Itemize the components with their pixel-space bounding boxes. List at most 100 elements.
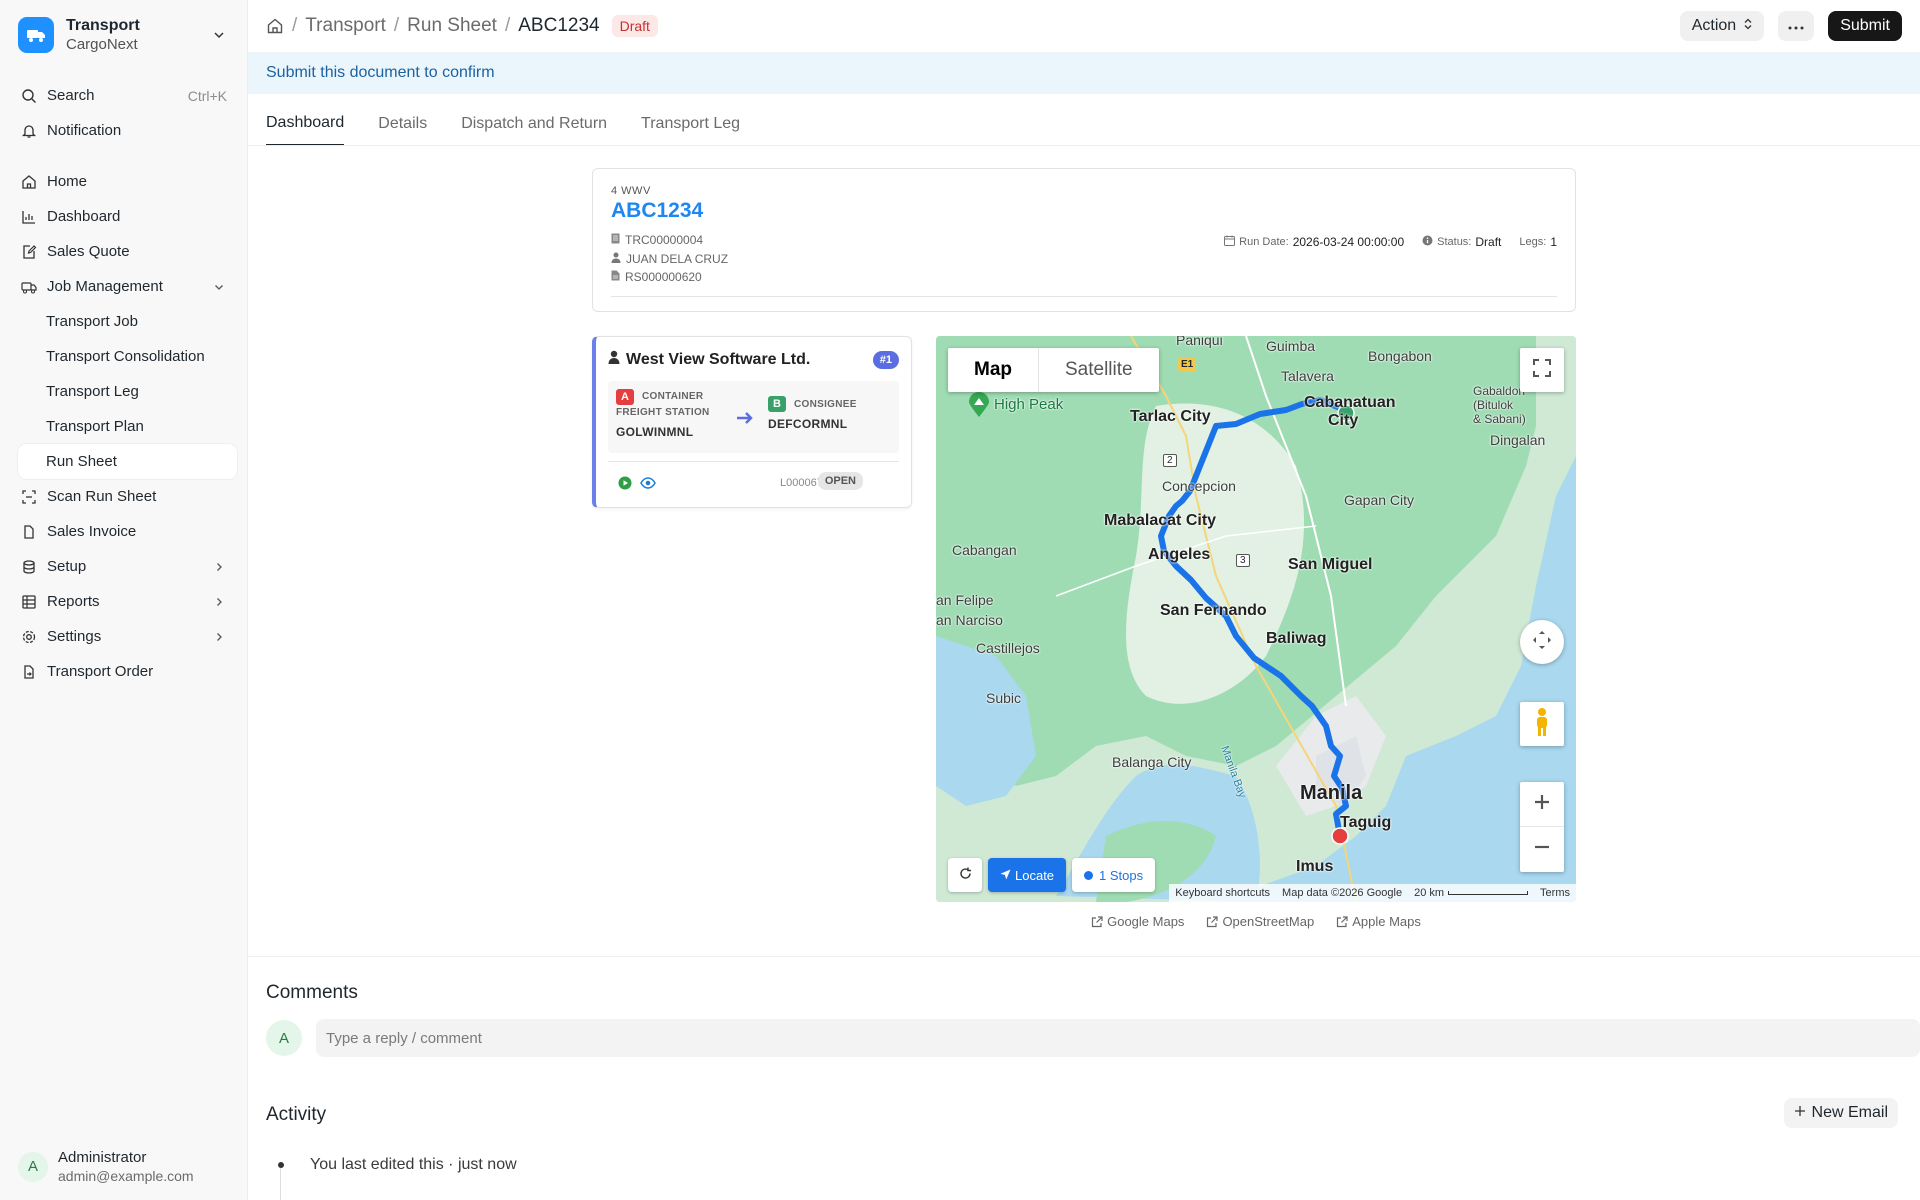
sidebar-item-scan-run-sheet[interactable]: Scan Run Sheet [10, 479, 237, 514]
search-button[interactable]: Search Ctrl+K [10, 78, 237, 113]
sidebar-item-transport-consolidation[interactable]: Transport Consolidation [10, 339, 237, 374]
eye-icon[interactable] [640, 476, 656, 495]
user-email: admin@example.com [58, 1168, 194, 1184]
status-value: Draft [1475, 235, 1502, 249]
sidebar-item-transport-order[interactable]: Transport Order [10, 654, 237, 689]
sidebar-item-label: Scan Run Sheet [47, 488, 157, 505]
divider [611, 296, 1557, 297]
breadcrumb-run-sheet[interactable]: Run Sheet [407, 15, 497, 37]
street-view-button[interactable] [1520, 702, 1564, 746]
mountain-icon [968, 392, 990, 423]
tab-dashboard[interactable]: Dashboard [266, 114, 345, 145]
locate-button[interactable]: Locate [988, 858, 1067, 892]
dot-icon [1084, 870, 1094, 880]
zoom-control [1520, 782, 1564, 872]
map-label: Tarlac City [1130, 408, 1211, 425]
refresh-icon [959, 867, 972, 883]
plus-icon [1533, 793, 1551, 816]
chevron-right-icon[interactable] [211, 629, 227, 645]
calendar-icon [1224, 235, 1236, 249]
pegman-icon [1533, 707, 1551, 742]
road-shield: 2 [1163, 454, 1177, 467]
more-button[interactable] [1778, 11, 1815, 41]
chevron-right-icon[interactable] [211, 559, 227, 575]
camera-control-button[interactable] [1520, 620, 1564, 664]
sidebar-item-sales-invoice[interactable]: Sales Invoice [10, 514, 237, 549]
doc-value: RS000000620 [625, 270, 702, 284]
tab-dispatch-and-return[interactable]: Dispatch and Return [461, 115, 607, 145]
user-menu[interactable]: A Administrator admin@example.com [18, 1149, 194, 1184]
sidebar-item-transport-job[interactable]: Transport Job [10, 304, 237, 339]
sidebar-item-transport-leg[interactable]: Transport Leg [10, 374, 237, 409]
chevron-down-icon[interactable] [209, 25, 229, 45]
ref-row: TRC00000004 [611, 233, 703, 247]
sidebar-item-home[interactable]: Home [10, 164, 237, 199]
sidebar-item-setup[interactable]: Setup [10, 549, 237, 584]
tab-transport-leg[interactable]: Transport Leg [641, 115, 740, 145]
sidebar-item-label: Job Management [47, 278, 163, 295]
play-icon[interactable] [618, 476, 632, 495]
sidebar-item-label: Home [47, 173, 88, 190]
ellipsis-icon [1788, 17, 1804, 35]
drop-point: B CONSIGNEE DEFCORMNL [768, 396, 857, 431]
terms-link[interactable]: Terms [1540, 887, 1570, 899]
map-type-map[interactable]: Map [948, 348, 1039, 392]
road-shield: 3 [1236, 554, 1250, 567]
submit-button[interactable]: Submit [1828, 11, 1902, 41]
map-label: Concepcion [1162, 478, 1236, 494]
sidebar-item-job-management[interactable]: Job Management [10, 269, 237, 304]
document-icon [611, 233, 620, 247]
map-type-satellite[interactable]: Satellite [1039, 348, 1159, 392]
chevron-right-icon[interactable] [211, 594, 227, 610]
leg-number-badge: #1 [872, 351, 899, 369]
search-shortcut: Ctrl+K [187, 87, 227, 104]
company-name: CargoNext [66, 36, 138, 53]
action-label: Action [1691, 17, 1737, 34]
user-icon [611, 252, 621, 266]
map-label: Mabalacat City [1104, 512, 1217, 529]
map-label: High Peak [994, 396, 1064, 413]
apple-maps-link[interactable]: Apple Maps [1336, 914, 1421, 929]
zoom-out-button[interactable] [1520, 827, 1564, 872]
stops-button[interactable]: 1 Stops [1072, 858, 1156, 892]
refresh-button[interactable] [948, 858, 982, 892]
sidebar-item-settings[interactable]: Settings [10, 619, 237, 654]
chevron-down-icon[interactable] [211, 279, 227, 295]
comment-input[interactable]: Type a reply / comment [316, 1019, 1920, 1057]
sidebar-item-sales-quote[interactable]: Sales Quote [10, 234, 237, 269]
timeline-dot [278, 1162, 284, 1168]
home-icon[interactable] [266, 17, 284, 35]
route-map[interactable]: Paniqui Guimba Bongabon Talavera Cabanat… [936, 336, 1576, 902]
stops-label: 1 Stops [1099, 867, 1144, 883]
map-data-text: Map data ©2026 Google [1282, 887, 1403, 899]
driver-row: JUAN DELA CRUZ [611, 252, 728, 266]
tab-details[interactable]: Details [378, 115, 427, 145]
run-sheet-id[interactable]: ABC1234 [611, 199, 703, 223]
divider [248, 956, 1920, 957]
action-dropdown[interactable]: Action [1679, 11, 1765, 41]
map-type-control: Map Satellite [948, 348, 1159, 392]
activity-title: Activity [266, 1104, 327, 1125]
drop-code: DEFCORMNL [768, 417, 848, 431]
google-maps-link[interactable]: Google Maps [1091, 914, 1184, 929]
zoom-in-button[interactable] [1520, 782, 1564, 827]
keyboard-shortcuts-link[interactable]: Keyboard shortcuts [1175, 887, 1270, 899]
pickup-type-line1: CONTAINER [642, 391, 704, 402]
sidebar-item-dashboard[interactable]: Dashboard [10, 199, 237, 234]
sidebar-item-transport-plan[interactable]: Transport Plan [10, 409, 237, 444]
app-switcher[interactable]: Transport CargoNext [0, 0, 247, 70]
leg-card[interactable]: West View Software Ltd. #1 A CONTAINER F… [592, 336, 912, 508]
sidebar-item-run-sheet[interactable]: Run Sheet [18, 444, 237, 479]
openstreetmap-link[interactable]: OpenStreetMap [1206, 914, 1314, 929]
gear-icon [20, 628, 38, 646]
new-email-button[interactable]: New Email [1783, 1098, 1898, 1128]
breadcrumb-transport[interactable]: Transport [305, 15, 386, 37]
external-link-icon [1206, 915, 1219, 928]
notification-button[interactable]: Notification [10, 113, 237, 148]
map-label: Castillejos [976, 640, 1040, 656]
arrow-right-icon [736, 411, 754, 430]
page-header: / Transport / Run Sheet / ABC1234 Draft … [248, 0, 1920, 52]
fullscreen-button[interactable] [1520, 348, 1564, 392]
legs-label: Legs: [1519, 236, 1547, 248]
sidebar-item-reports[interactable]: Reports [10, 584, 237, 619]
